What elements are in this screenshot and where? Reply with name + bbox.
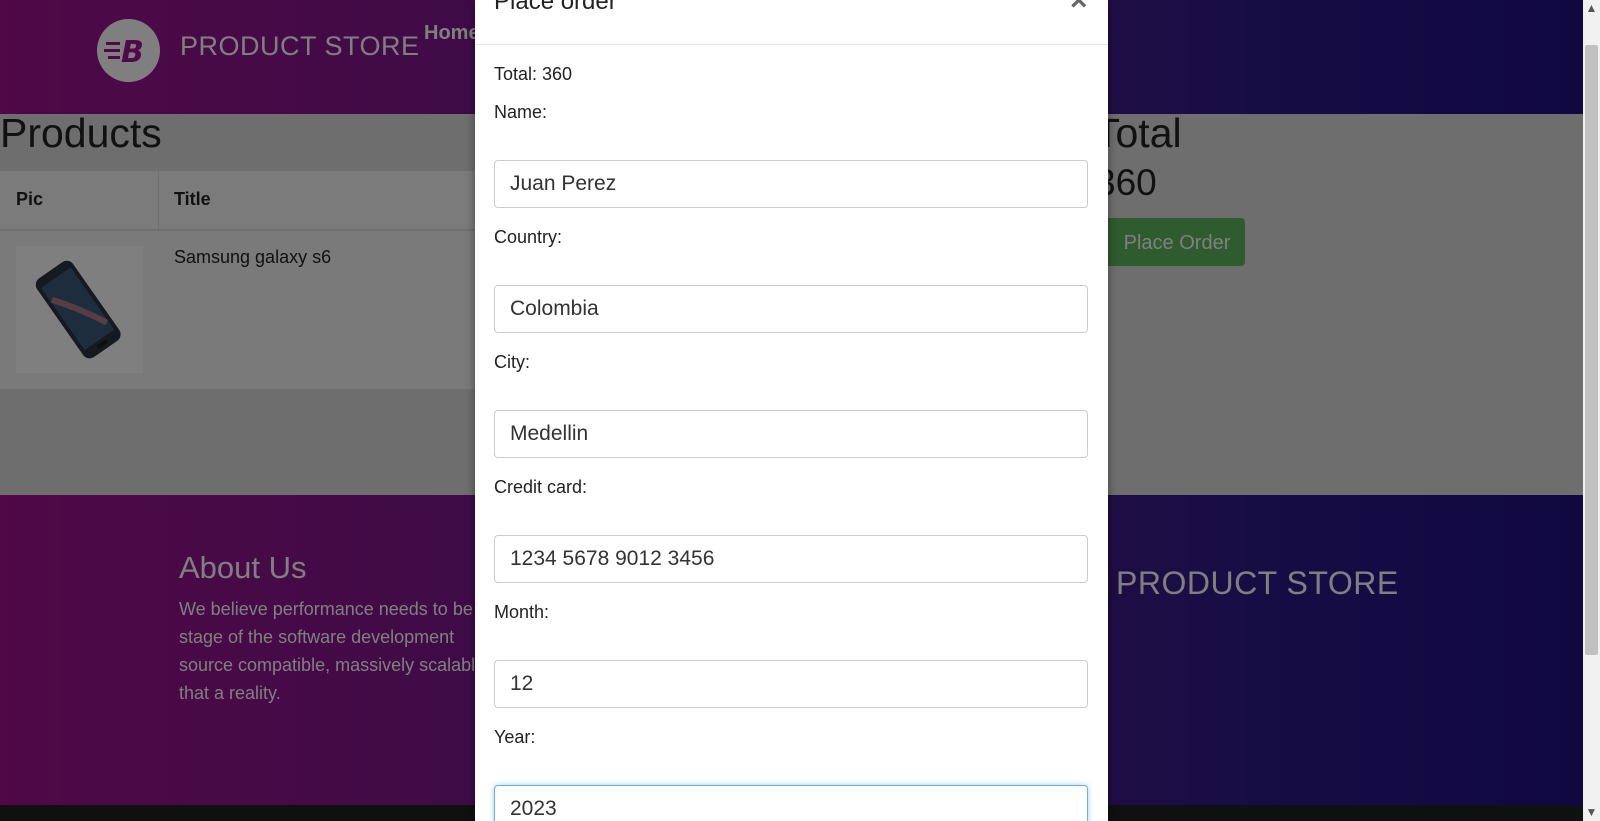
credit-card-label: Credit card: — [494, 477, 588, 497]
place-order-modal: Place order × Total: 360 Name: Country: … — [475, 0, 1108, 821]
name-label: Name: — [494, 102, 548, 122]
month-label: Month: — [494, 602, 550, 622]
city-field[interactable] — [494, 410, 1088, 458]
credit-card-field[interactable] — [494, 535, 1088, 583]
page: B PRODUCT STORE Home Products Pic Title … — [0, 0, 1583, 821]
modal-header: Place order × — [475, 0, 1108, 45]
vertical-scrollbar[interactable]: ▲ ▼ — [1583, 0, 1600, 821]
country-field[interactable] — [494, 285, 1088, 333]
modal-title: Place order — [494, 0, 617, 15]
scroll-down-arrow-icon[interactable]: ▼ — [1583, 804, 1600, 821]
scroll-thumb[interactable] — [1585, 45, 1598, 655]
year-field[interactable] — [494, 785, 1088, 821]
city-label: City: — [494, 352, 530, 372]
country-label: Country: — [494, 227, 563, 247]
scroll-up-arrow-icon[interactable]: ▲ — [1583, 0, 1600, 17]
name-field[interactable] — [494, 160, 1088, 208]
order-total-text: Total: 360 — [494, 64, 573, 84]
close-icon[interactable]: × — [1070, 0, 1088, 16]
month-field[interactable] — [494, 660, 1088, 708]
year-label: Year: — [494, 727, 536, 747]
